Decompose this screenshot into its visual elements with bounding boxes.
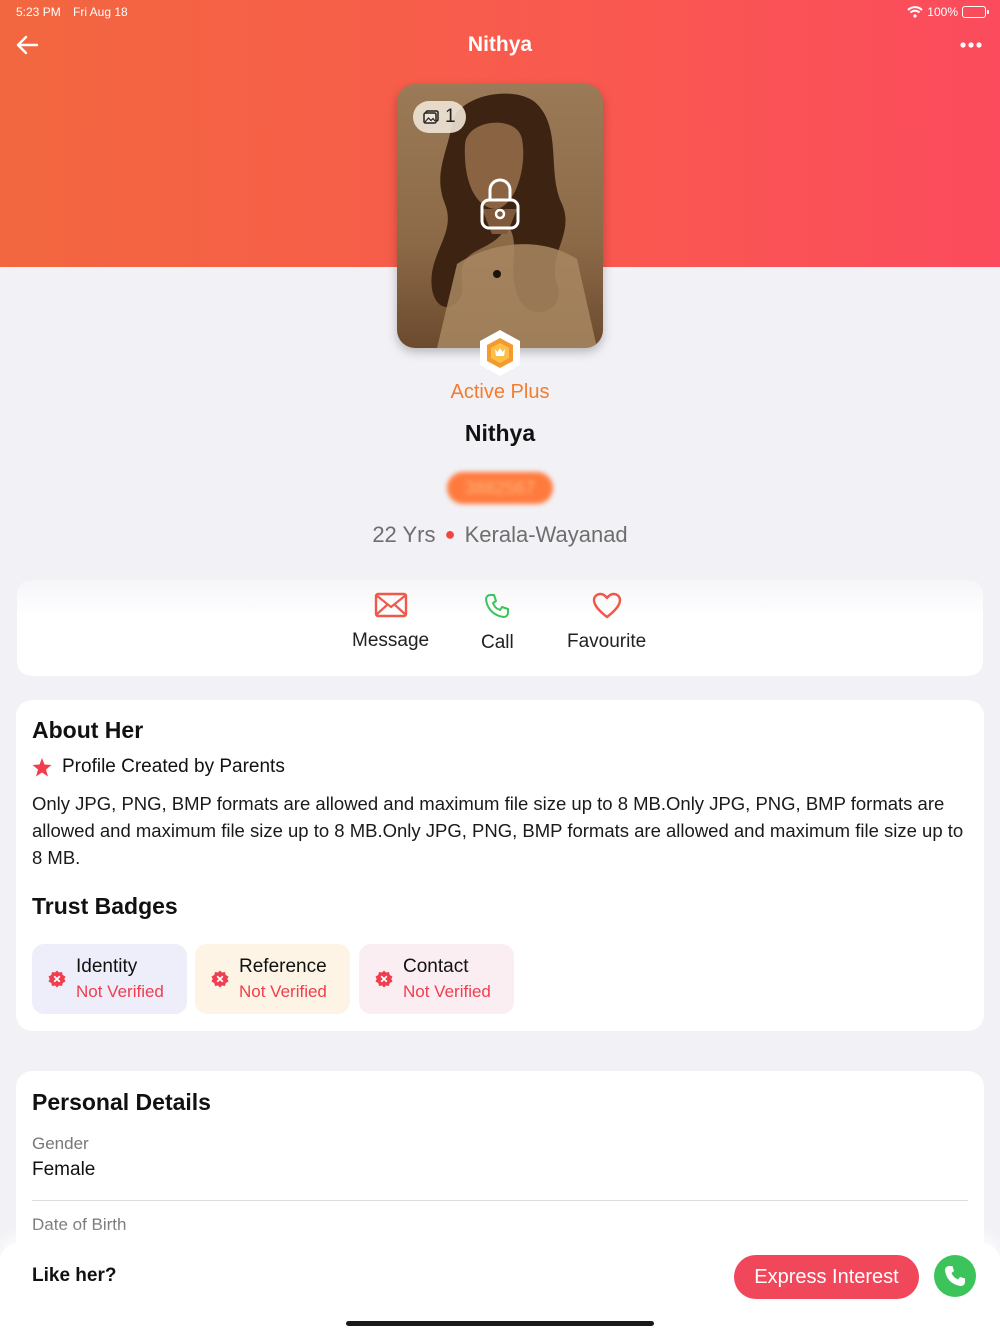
not-verified-icon — [48, 970, 66, 988]
message-button[interactable]: Message — [352, 592, 429, 652]
envelope-icon — [374, 592, 407, 618]
not-verified-icon — [375, 970, 393, 988]
express-interest-button[interactable]: Express Interest — [734, 1255, 919, 1299]
about-card: About Her Profile Created by Parents Onl… — [16, 700, 984, 1031]
status-time: 5:23 PM — [16, 5, 61, 19]
badge-name: Identity — [76, 956, 138, 977]
profile-meta: 22 Yrs ● Kerala-Wayanad — [0, 522, 1000, 548]
gallery-icon — [423, 110, 439, 124]
action-bar: Message Call Favourite — [17, 580, 983, 676]
phone-icon — [945, 1266, 965, 1286]
star-icon — [32, 757, 52, 776]
favourite-button[interactable]: Favourite — [567, 592, 646, 653]
trust-badge-identity[interactable]: Identity Not Verified — [32, 944, 187, 1014]
photo-count: 1 — [445, 106, 456, 127]
phone-icon — [485, 594, 510, 618]
profile-age: 22 Yrs — [372, 522, 436, 547]
photo-count-badge: 1 — [413, 101, 466, 133]
page-title: Nithya — [467, 33, 533, 56]
call-now-button[interactable] — [934, 1255, 976, 1297]
personal-details-title: Personal Details — [32, 1089, 211, 1115]
bottom-action-bar: Like her? Express Interest — [0, 1243, 1000, 1334]
trust-badges-title: Trust Badges — [32, 893, 178, 919]
trust-badge-contact[interactable]: Contact Not Verified — [359, 944, 514, 1014]
call-button[interactable]: Call — [481, 592, 514, 654]
divider — [32, 1200, 968, 1201]
profile-created-by: Profile Created by Parents — [62, 756, 285, 777]
separator-dot: ● — [444, 524, 456, 544]
profile-location: Kerala-Wayanad — [464, 522, 628, 547]
badge-status: Not Verified — [239, 982, 327, 1001]
status-bar: 5:23 PM Fri Aug 18 100% — [0, 5, 1000, 19]
profile-name: Nithya — [464, 420, 536, 446]
favourite-label: Favourite — [567, 631, 647, 652]
profile-id-badge: 3882567 — [447, 472, 553, 504]
badge-status: Not Verified — [403, 982, 491, 1001]
field-value-gender: Female — [32, 1159, 96, 1180]
wifi-icon — [907, 6, 923, 18]
membership-plan: Active Plus — [450, 381, 550, 403]
lock-icon — [480, 178, 520, 230]
badge-name: Reference — [239, 956, 327, 977]
about-title: About Her — [32, 717, 144, 743]
not-verified-icon — [211, 970, 229, 988]
trust-badge-reference[interactable]: Reference Not Verified — [195, 944, 350, 1014]
message-label: Message — [352, 630, 430, 651]
heart-icon — [592, 592, 621, 619]
home-indicator — [346, 1321, 654, 1326]
ellipsis-icon[interactable] — [958, 34, 984, 56]
battery-icon — [962, 6, 989, 18]
badge-status: Not Verified — [76, 982, 164, 1001]
battery-percent: 100% — [927, 5, 958, 19]
profile-created-row: Profile Created by Parents — [32, 756, 285, 778]
profile-photo[interactable]: 1 — [397, 84, 603, 348]
call-label: Call — [481, 632, 514, 653]
badge-name: Contact — [403, 956, 469, 977]
field-label-gender: Gender — [32, 1134, 89, 1153]
status-date: Fri Aug 18 — [73, 5, 128, 19]
membership-badge-icon — [480, 330, 520, 376]
about-description: Only JPG, PNG, BMP formats are allowed a… — [32, 793, 964, 868]
like-prompt: Like her? — [32, 1265, 117, 1286]
field-label-dob: Date of Birth — [32, 1215, 127, 1234]
